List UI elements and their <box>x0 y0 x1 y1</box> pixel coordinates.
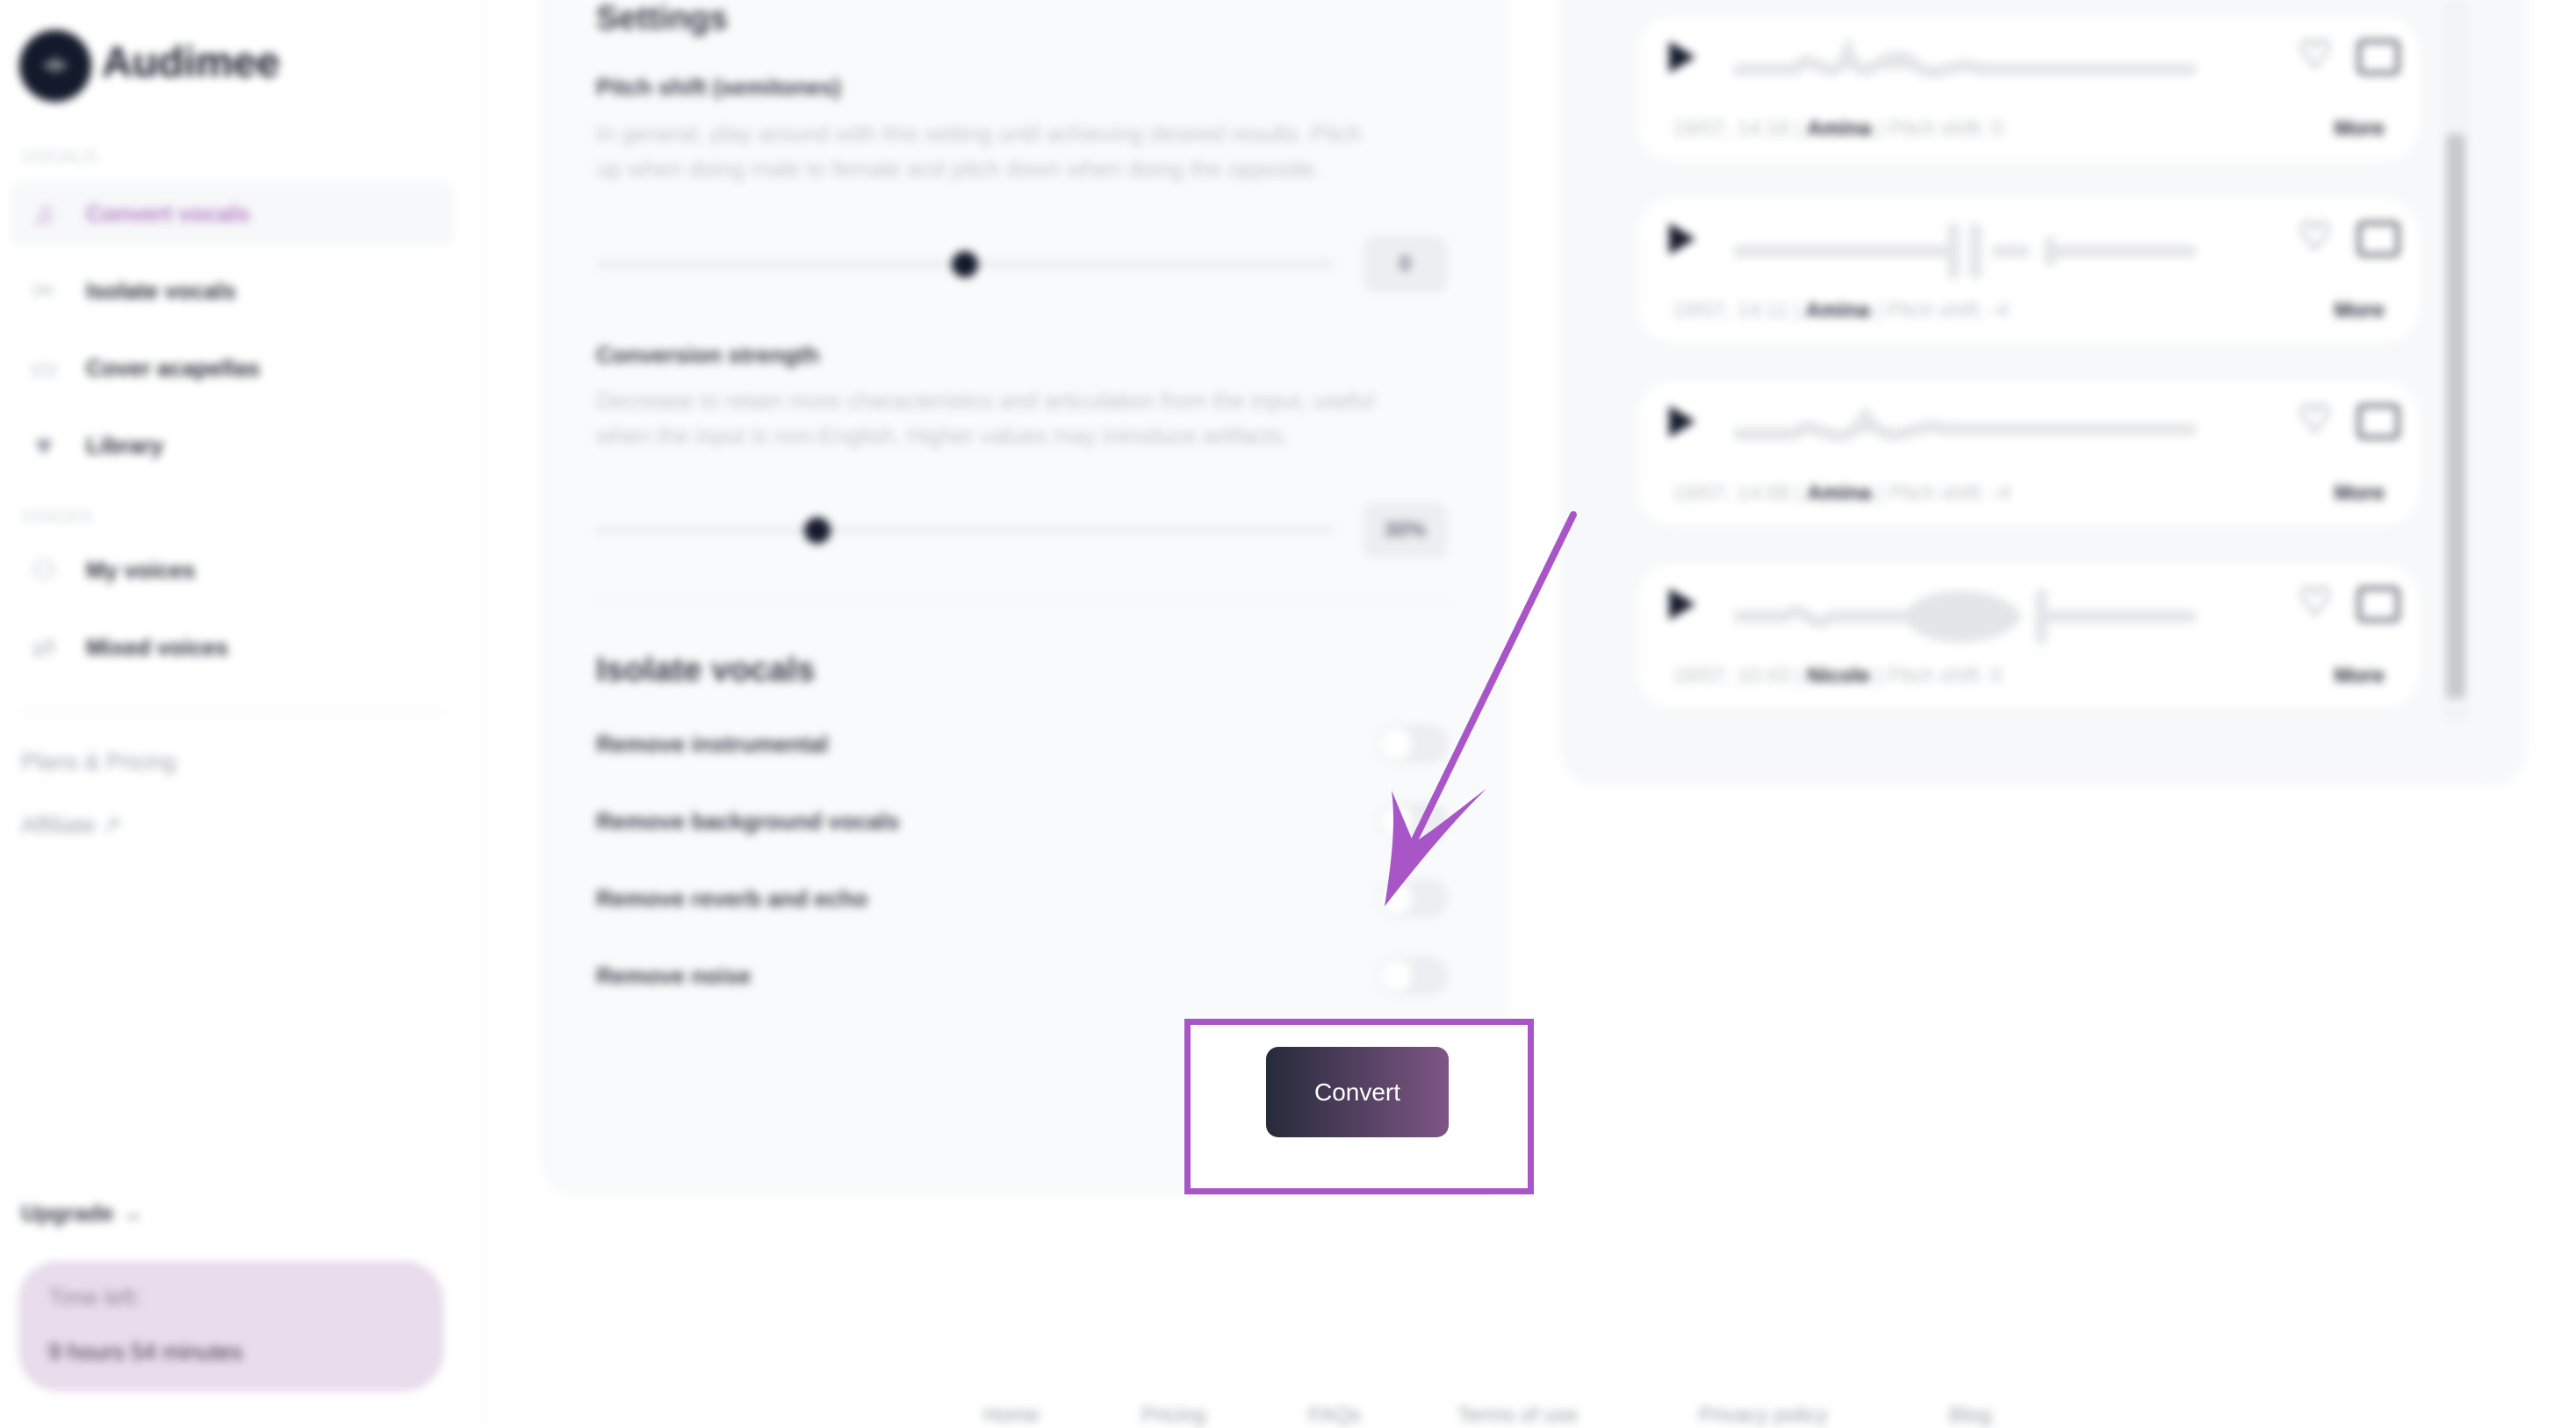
annotation-arrow <box>1385 511 1577 906</box>
